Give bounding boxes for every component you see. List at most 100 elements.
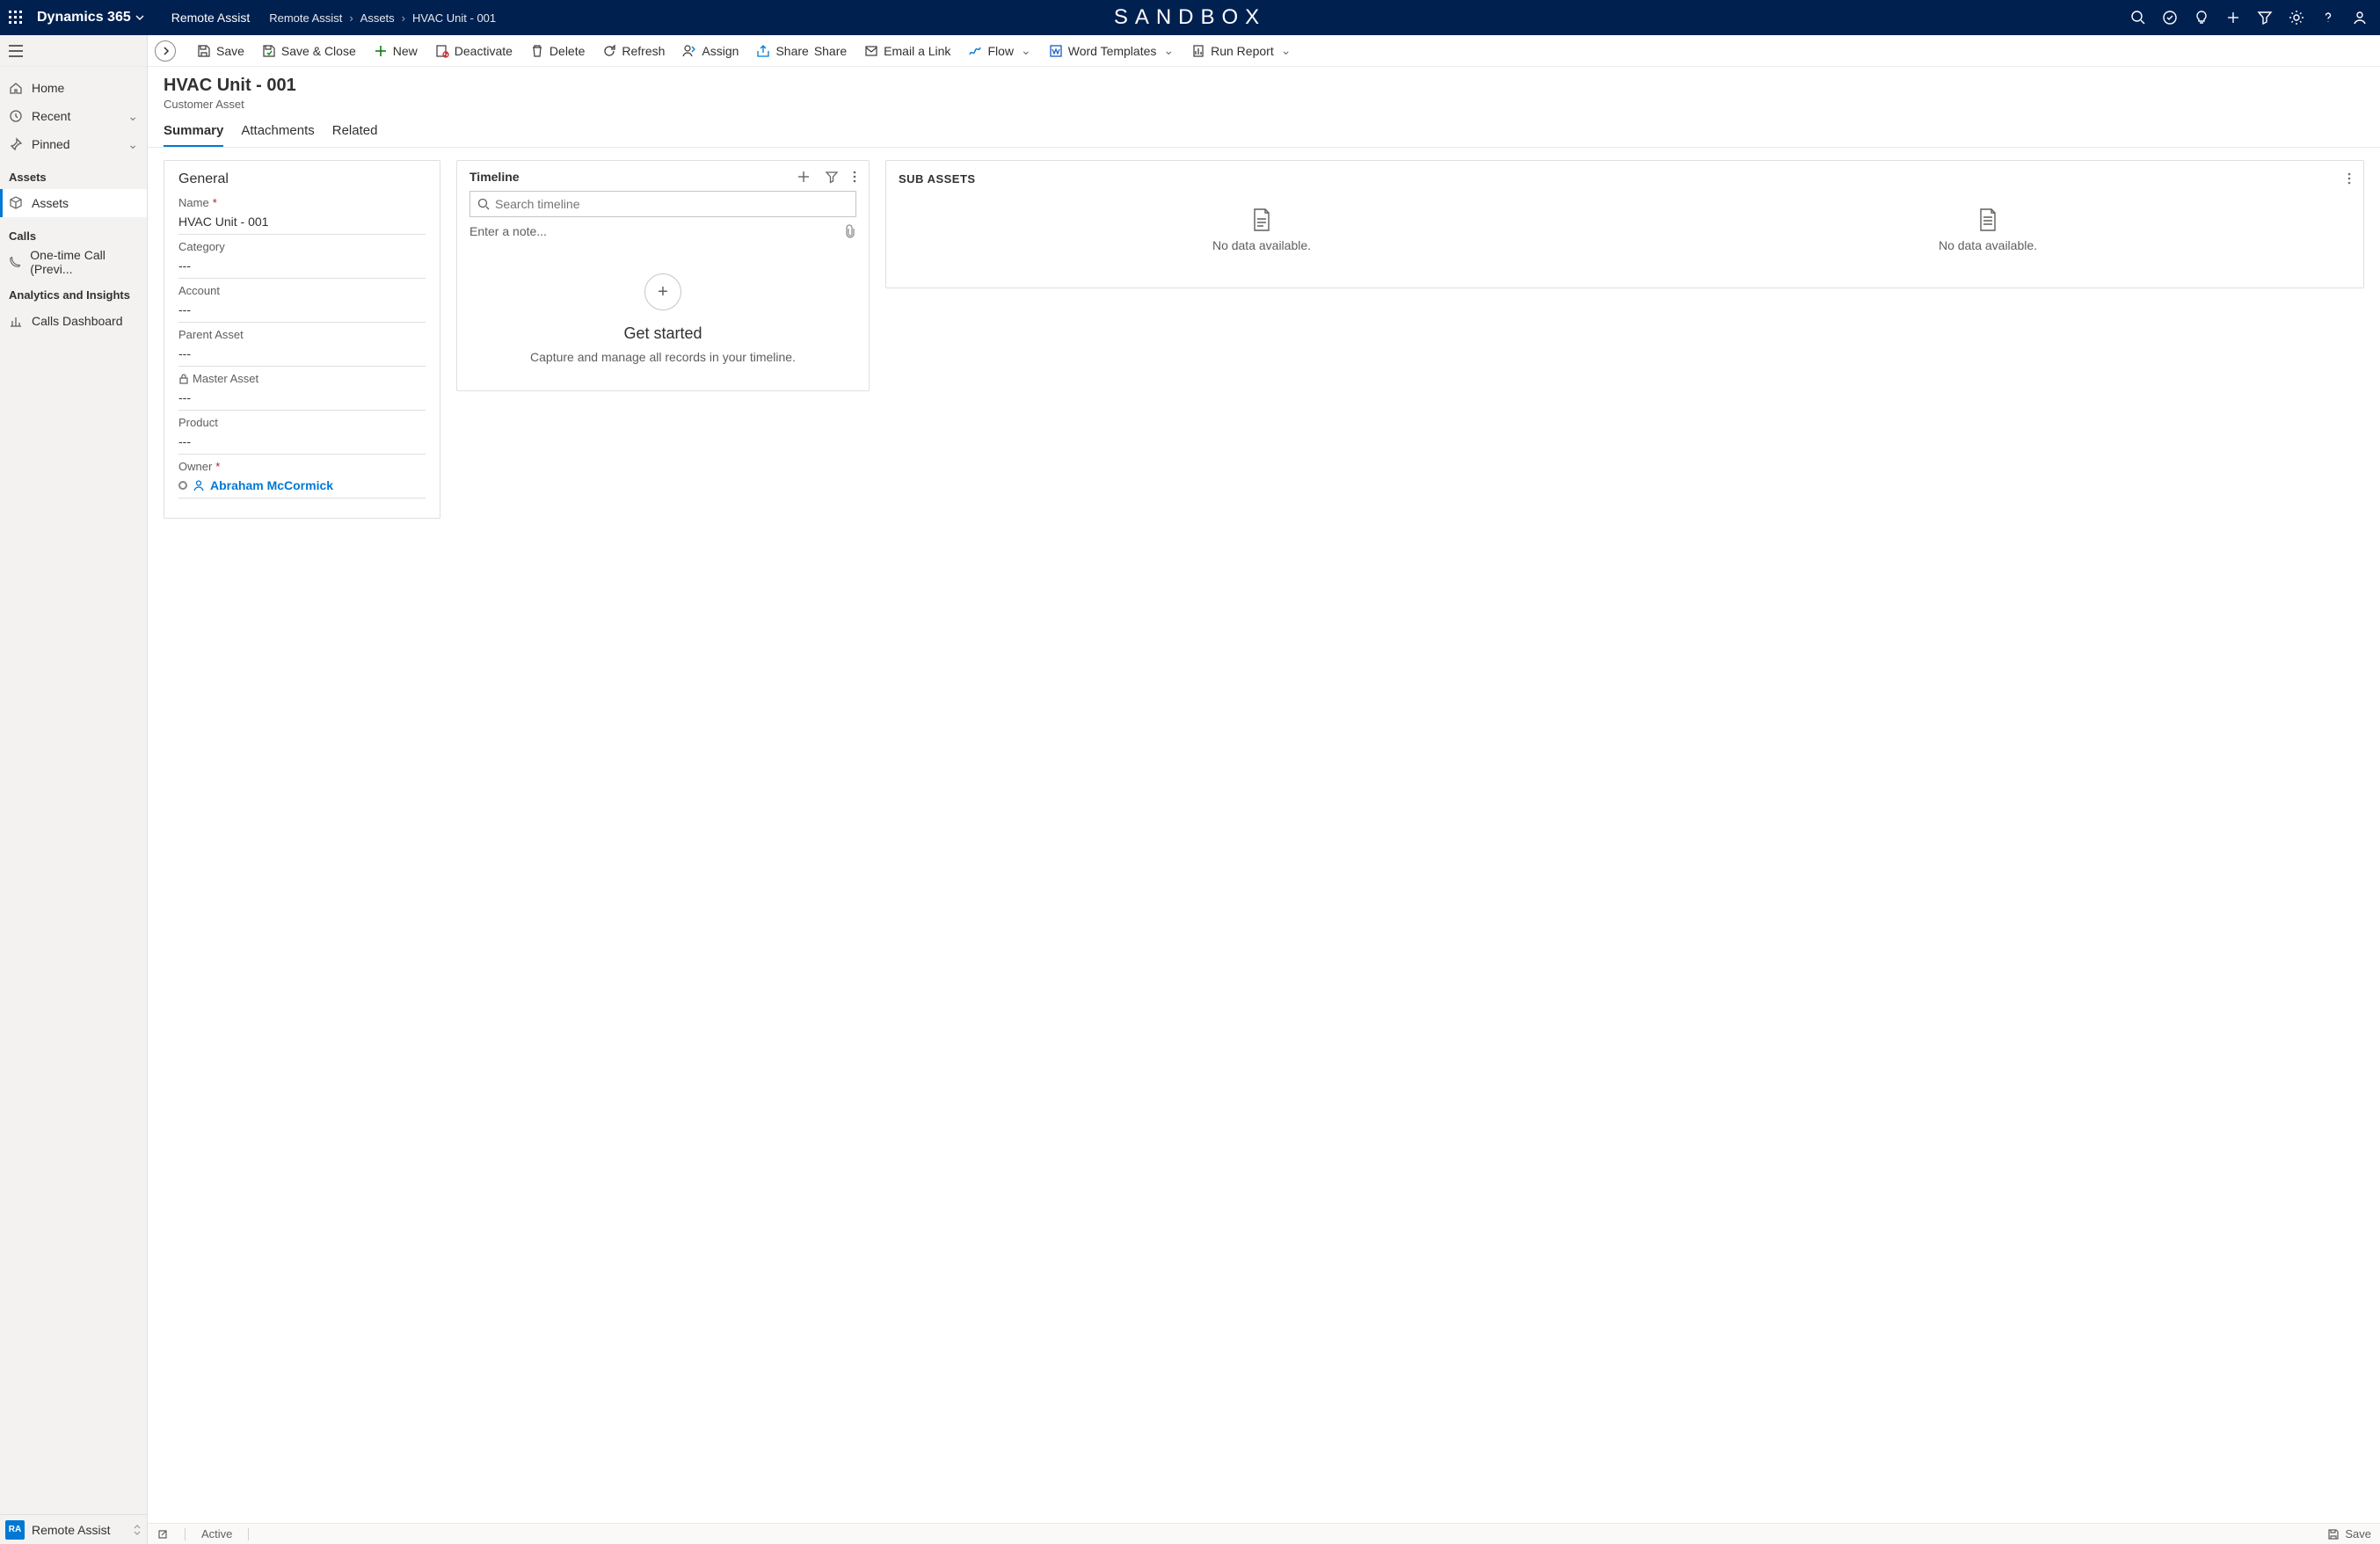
required-indicator: * bbox=[215, 460, 220, 473]
field-parent-asset: Parent Asset --- bbox=[178, 328, 426, 367]
plus-icon[interactable] bbox=[2225, 10, 2241, 25]
product-input[interactable]: --- bbox=[178, 429, 426, 455]
account-icon[interactable] bbox=[2352, 10, 2368, 25]
attachment-icon[interactable] bbox=[844, 224, 856, 238]
timeline-note-row[interactable]: Enter a note... bbox=[469, 224, 856, 238]
environment-badge: SANDBOX bbox=[1114, 5, 1266, 30]
sidebar-list: Home Recent ⌄ Pinned ⌄ Assets Assets Cal… bbox=[0, 67, 147, 1514]
field-product: Product --- bbox=[178, 416, 426, 455]
cmd-label: Email a Link bbox=[884, 44, 950, 58]
section-title: SUB ASSETS bbox=[899, 172, 2347, 186]
tab-summary[interactable]: Summary bbox=[164, 123, 223, 147]
email-link-button[interactable]: Email a Link bbox=[857, 40, 957, 62]
breadcrumb-item[interactable]: Assets bbox=[360, 11, 395, 25]
tab-attachments[interactable]: Attachments bbox=[241, 123, 314, 147]
breadcrumb-item[interactable]: HVAC Unit - 001 bbox=[412, 11, 496, 25]
area-badge: RA bbox=[5, 1520, 25, 1540]
required-indicator: * bbox=[213, 196, 217, 209]
timeline-header: Timeline bbox=[469, 170, 856, 184]
sidebar-item-home[interactable]: Home bbox=[0, 74, 147, 102]
empty-text: Capture and manage all records in your t… bbox=[469, 350, 856, 364]
sidebar-item-recent[interactable]: Recent ⌄ bbox=[0, 102, 147, 130]
share-button[interactable]: Share Share bbox=[749, 40, 854, 62]
content: Save Save & Close New Deactivate Delete … bbox=[148, 35, 2380, 1544]
timeline-add-button[interactable] bbox=[797, 170, 811, 184]
save-close-button[interactable]: Save & Close bbox=[255, 40, 363, 62]
sidebar-item-label: Pinned bbox=[32, 137, 70, 151]
run-report-button[interactable]: Run Report ⌄ bbox=[1184, 40, 1298, 62]
timeline-search[interactable] bbox=[469, 191, 856, 217]
field-label: Name bbox=[178, 196, 209, 209]
separator bbox=[248, 1528, 249, 1540]
deactivate-button[interactable]: Deactivate bbox=[428, 40, 520, 62]
sidebar-item-label: Home bbox=[32, 81, 64, 95]
field-label: Owner bbox=[178, 460, 212, 473]
save-button[interactable]: Save bbox=[190, 40, 251, 62]
help-icon[interactable] bbox=[2320, 10, 2336, 25]
sidebar-item-assets[interactable]: Assets bbox=[0, 189, 147, 217]
cmd-label: Delete bbox=[550, 44, 585, 58]
account-input[interactable]: --- bbox=[178, 297, 426, 323]
sidebar-item-label: Recent bbox=[32, 109, 70, 123]
field-master-asset: Master Asset --- bbox=[178, 372, 426, 411]
back-button[interactable] bbox=[155, 40, 176, 62]
shell: Home Recent ⌄ Pinned ⌄ Assets Assets Cal… bbox=[0, 35, 2380, 1544]
assign-button[interactable]: Assign bbox=[675, 40, 746, 62]
task-icon[interactable] bbox=[2162, 10, 2178, 25]
refresh-button[interactable]: Refresh bbox=[595, 40, 672, 62]
timeline-search-input[interactable] bbox=[495, 197, 848, 211]
status-save-button[interactable]: Save bbox=[2327, 1527, 2371, 1540]
timeline-section: Timeline Enter a note... + bbox=[456, 160, 870, 391]
tab-related[interactable]: Related bbox=[332, 123, 378, 147]
sidebar: Home Recent ⌄ Pinned ⌄ Assets Assets Cal… bbox=[0, 35, 148, 1544]
section-title: Timeline bbox=[469, 170, 797, 184]
owner-input[interactable]: Abraham McCormick bbox=[178, 473, 426, 499]
area-switcher[interactable]: RA Remote Assist bbox=[0, 1514, 147, 1544]
search-icon[interactable] bbox=[2130, 10, 2146, 25]
chevron-down-icon bbox=[135, 12, 145, 23]
timeline-filter-button[interactable] bbox=[825, 170, 839, 184]
filter-icon[interactable] bbox=[2257, 10, 2273, 25]
flow-button[interactable]: Flow ⌄ bbox=[961, 40, 1037, 62]
gear-icon[interactable] bbox=[2289, 10, 2304, 25]
search-icon bbox=[477, 198, 490, 210]
brand-link[interactable]: Dynamics 365 bbox=[37, 10, 145, 25]
timeline-more-button[interactable] bbox=[853, 170, 856, 184]
topbar-right bbox=[2130, 10, 2373, 25]
popout-icon[interactable] bbox=[156, 1528, 169, 1540]
category-input[interactable]: --- bbox=[178, 253, 426, 279]
delete-button[interactable]: Delete bbox=[523, 40, 592, 62]
timeline-create-button[interactable]: + bbox=[644, 273, 681, 310]
status-save-label: Save bbox=[2345, 1527, 2371, 1540]
command-bar: Save Save & Close New Deactivate Delete … bbox=[148, 35, 2380, 67]
timeline-empty-state: + Get started Capture and manage all rec… bbox=[469, 273, 856, 364]
sidebar-item-pinned[interactable]: Pinned ⌄ bbox=[0, 130, 147, 158]
cmd-label: Deactivate bbox=[455, 44, 513, 58]
field-name: Name * HVAC Unit - 001 bbox=[178, 196, 426, 235]
pin-icon bbox=[9, 137, 23, 151]
no-data-block: No data available. bbox=[1939, 208, 2037, 252]
page-subtitle: Customer Asset bbox=[164, 98, 2364, 111]
subassets-more-button[interactable] bbox=[2347, 171, 2351, 186]
owner-name: Abraham McCormick bbox=[210, 478, 333, 492]
phone-icon bbox=[9, 255, 21, 269]
sidebar-item-onetime-call[interactable]: One-time Call (Previ... bbox=[0, 248, 147, 276]
breadcrumb-item[interactable]: Remote Assist bbox=[269, 11, 342, 25]
sidebar-group-calls: Calls bbox=[0, 217, 147, 248]
page-title: HVAC Unit - 001 bbox=[164, 76, 2364, 96]
app-launcher-icon[interactable] bbox=[7, 9, 25, 26]
hamburger-icon[interactable] bbox=[0, 35, 147, 67]
chevron-down-icon: ⌄ bbox=[1163, 43, 1174, 58]
word-templates-button[interactable]: Word Templates ⌄ bbox=[1042, 40, 1181, 62]
sidebar-item-label: Assets bbox=[32, 196, 69, 210]
sidebar-item-calls-dashboard[interactable]: Calls Dashboard bbox=[0, 307, 147, 335]
name-input[interactable]: HVAC Unit - 001 bbox=[178, 209, 426, 235]
save-icon bbox=[2327, 1528, 2340, 1540]
parent-asset-input[interactable]: --- bbox=[178, 341, 426, 367]
status-bar: Active Save bbox=[148, 1523, 2380, 1544]
new-button[interactable]: New bbox=[367, 40, 425, 62]
chevron-down-icon: ⌄ bbox=[127, 137, 138, 152]
sidebar-group-analytics: Analytics and Insights bbox=[0, 276, 147, 307]
document-icon bbox=[1252, 208, 1271, 231]
lightbulb-icon[interactable] bbox=[2194, 10, 2209, 25]
